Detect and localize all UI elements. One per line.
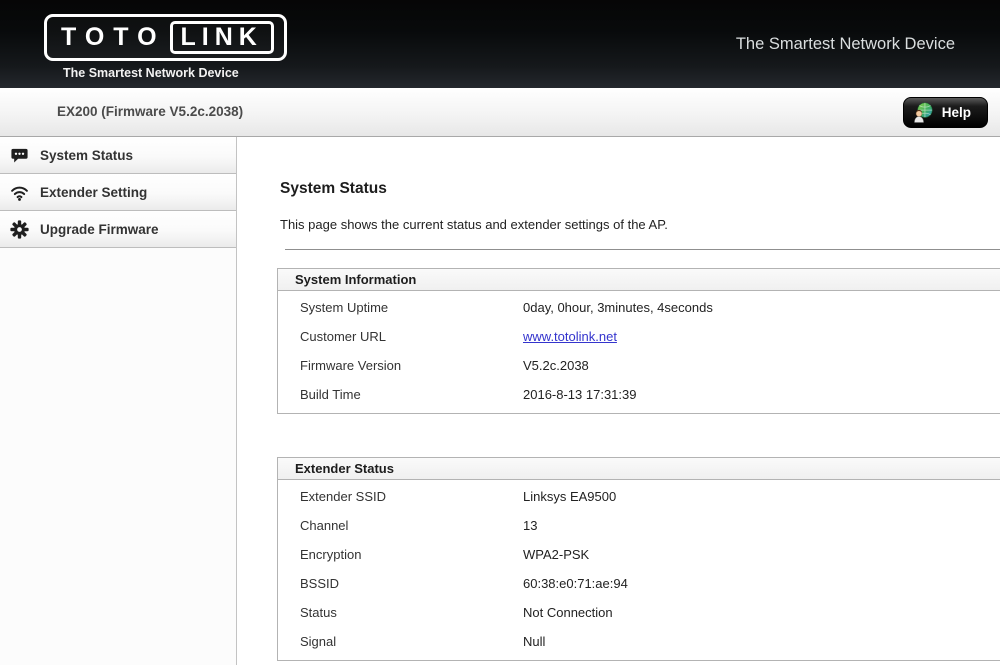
row-value: Null (523, 627, 545, 656)
row-value: 13 (523, 511, 537, 540)
sidebar-item-label: Upgrade Firmware (40, 222, 159, 237)
table-title: System Information (278, 269, 1000, 291)
table-row: System Uptime0day, 0hour, 3minutes, 4sec… (278, 293, 1000, 322)
row-value: 0day, 0hour, 3minutes, 4seconds (523, 293, 713, 322)
gear-icon (10, 220, 29, 239)
row-label: Build Time (278, 380, 523, 409)
row-label: Extender SSID (278, 482, 523, 511)
row-label: Status (278, 598, 523, 627)
section-divider (285, 249, 1000, 250)
wifi-icon (10, 183, 29, 202)
extender-status-table: Extender Status Extender SSIDLinksys EA9… (277, 457, 1000, 661)
row-label: Signal (278, 627, 523, 656)
row-value: 2016-8-13 17:31:39 (523, 380, 636, 409)
table-row: StatusNot Connection (278, 598, 1000, 627)
row-value: WPA2-PSK (523, 540, 589, 569)
system-information-table: System Information System Uptime0day, 0h… (277, 268, 1000, 414)
row-label: Customer URL (278, 322, 523, 351)
table-row: BSSID60:38:e0:71:ae:94 (278, 569, 1000, 598)
logo-text-toto: TOTO (61, 25, 166, 50)
table-row: Customer URLwww.totolink.net (278, 322, 1000, 351)
router-admin-page: TOTO LINK The Smartest Network Device Th… (0, 0, 1000, 666)
row-value: 60:38:e0:71:ae:94 (523, 569, 628, 598)
table-title: Extender Status (278, 458, 1000, 480)
row-label: BSSID (278, 569, 523, 598)
sidebar-item-extender-setting[interactable]: Extender Setting (0, 174, 236, 211)
table-row: SignalNull (278, 627, 1000, 656)
help-button[interactable]: Help (903, 97, 988, 128)
table-row: Build Time2016-8-13 17:31:39 (278, 380, 1000, 409)
table-body: Extender SSIDLinksys EA9500Channel13Encr… (278, 480, 1000, 660)
firmware-bar: EX200 (Firmware V5.2c.2038) (0, 88, 1000, 137)
totolink-logo: TOTO LINK The Smartest Network Device (44, 14, 287, 80)
table-body: System Uptime0day, 0hour, 3minutes, 4sec… (278, 291, 1000, 413)
customer-url-link[interactable]: www.totolink.net (523, 322, 617, 351)
sidebar-menu: System Status Extender Setting (0, 137, 237, 665)
page-description: This page shows the current status and e… (280, 217, 1000, 232)
row-value: Not Connection (523, 598, 613, 627)
row-value: V5.2c.2038 (523, 351, 589, 380)
row-value: Linksys EA9500 (523, 482, 616, 511)
device-firmware-label: EX200 (Firmware V5.2c.2038) (57, 104, 243, 119)
chat-bubble-icon (10, 146, 29, 165)
sidebar-item-label: Extender Setting (40, 185, 147, 200)
row-label: System Uptime (278, 293, 523, 322)
table-row: Extender SSIDLinksys EA9500 (278, 482, 1000, 511)
sidebar-item-label: System Status (40, 148, 133, 163)
logo-tagline: The Smartest Network Device (63, 66, 287, 80)
page-title: System Status (280, 180, 1000, 198)
row-label: Channel (278, 511, 523, 540)
table-row: Firmware VersionV5.2c.2038 (278, 351, 1000, 380)
logo-box: TOTO LINK (44, 14, 287, 61)
main-panel: System Status This page shows the curren… (237, 137, 1000, 665)
top-header: TOTO LINK The Smartest Network Device Th… (0, 0, 1000, 88)
globe-person-icon (913, 102, 934, 123)
sidebar-item-upgrade-firmware[interactable]: Upgrade Firmware (0, 211, 236, 248)
row-label: Firmware Version (278, 351, 523, 380)
help-button-label: Help (942, 105, 971, 120)
logo-text-link: LINK (170, 21, 274, 54)
header-tagline: The Smartest Network Device (736, 35, 955, 54)
table-row: Channel13 (278, 511, 1000, 540)
sidebar-item-system-status[interactable]: System Status (0, 137, 236, 174)
table-row: EncryptionWPA2-PSK (278, 540, 1000, 569)
content-area: System Status Extender Setting (0, 137, 1000, 665)
row-label: Encryption (278, 540, 523, 569)
